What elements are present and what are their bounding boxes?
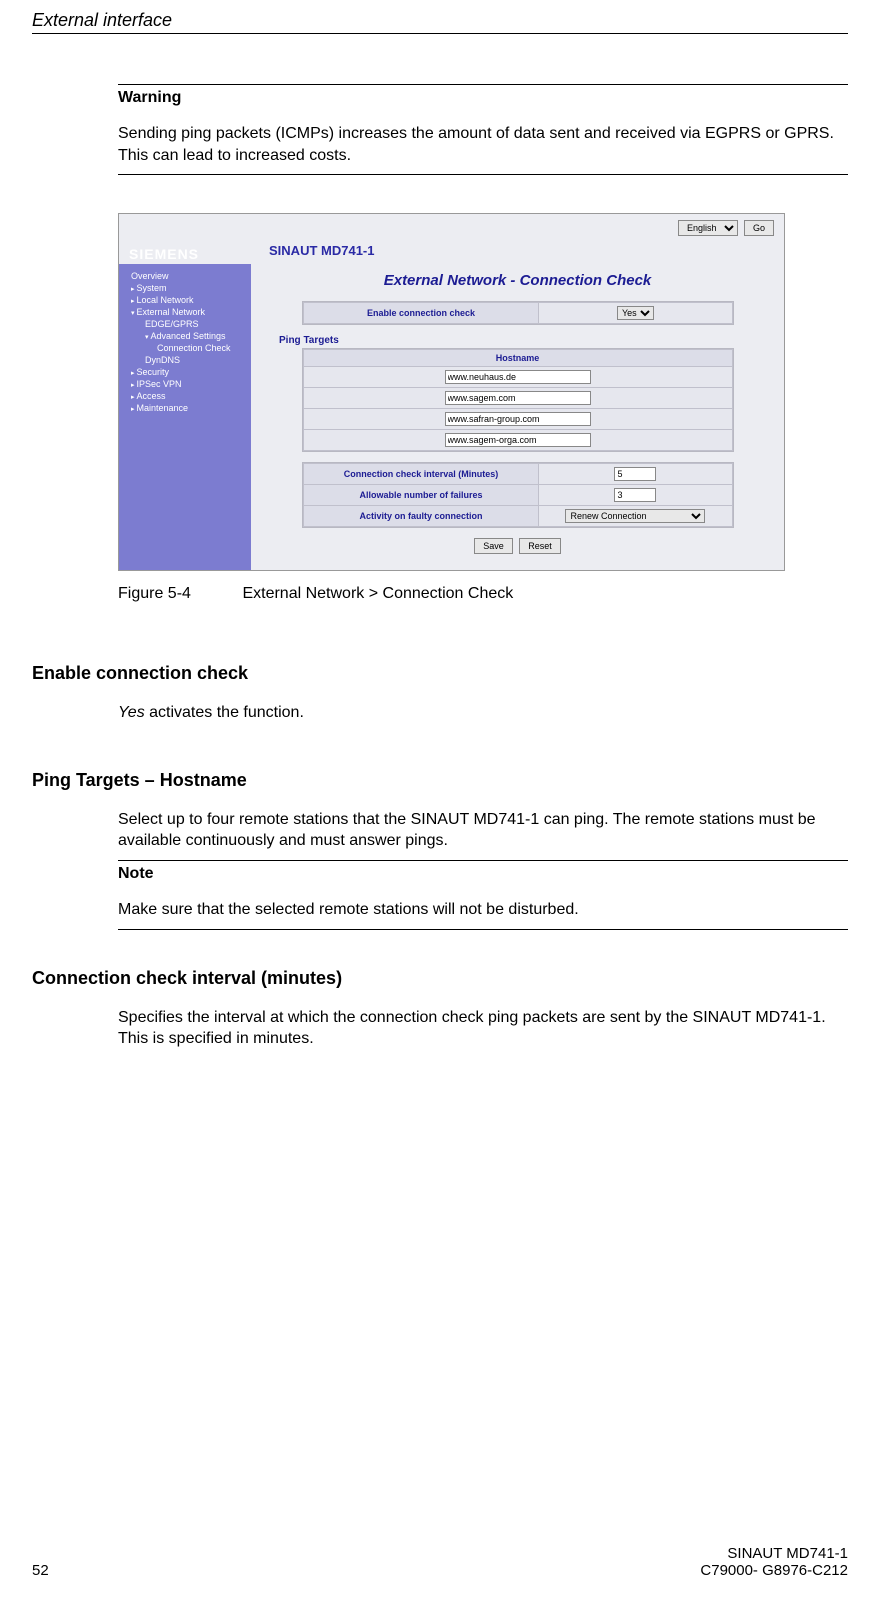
- interval-input[interactable]: [614, 467, 656, 481]
- failures-input[interactable]: [614, 488, 656, 502]
- ping-text: Select up to four remote stations that t…: [118, 809, 848, 852]
- panel-title: External Network - Connection Check: [273, 272, 762, 289]
- activity-label: Activity on faulty connection: [303, 506, 539, 527]
- enable-label: Enable connection check: [303, 303, 539, 324]
- nav-connection-check[interactable]: Connection Check: [119, 342, 251, 354]
- save-button[interactable]: Save: [474, 538, 513, 554]
- failures-label: Allowable number of failures: [303, 485, 539, 506]
- figure-number: Figure 5-4: [118, 585, 238, 603]
- go-button[interactable]: Go: [744, 220, 774, 236]
- language-select[interactable]: English: [678, 220, 738, 236]
- nav-external-network[interactable]: External Network: [119, 306, 251, 318]
- sidebar-nav: Overview System Local Network External N…: [119, 264, 251, 570]
- nav-system[interactable]: System: [119, 282, 251, 294]
- enable-heading: Enable connection check: [32, 663, 848, 684]
- product-name: SINAUT MD741-1: [209, 243, 374, 258]
- embedded-screenshot: English Go SIEMENS SINAUT MD741-1 Overvi…: [118, 213, 785, 571]
- enable-text: Yes activates the function.: [118, 702, 848, 724]
- ping-targets-panel: Hostname: [302, 348, 734, 452]
- page-number: 52: [32, 1562, 49, 1579]
- nav-advanced-settings[interactable]: Advanced Settings: [119, 330, 251, 342]
- ping-heading: Ping Targets – Hostname: [32, 770, 848, 791]
- siemens-logo: SIEMENS: [119, 242, 209, 264]
- ping-targets-heading: Ping Targets: [279, 335, 762, 346]
- activity-select[interactable]: Renew Connection: [565, 509, 705, 523]
- nav-local-network[interactable]: Local Network: [119, 294, 251, 306]
- warning-title: Warning: [118, 89, 848, 107]
- enable-select[interactable]: Yes: [617, 306, 654, 320]
- nav-security[interactable]: Security: [119, 366, 251, 378]
- figure-caption: Figure 5-4 External Network > Connection…: [118, 585, 848, 603]
- warning-top-rule: [118, 84, 848, 85]
- figure-caption-text: External Network > Connection Check: [242, 585, 513, 602]
- enable-panel: Enable connection check Yes: [302, 301, 734, 325]
- nav-overview[interactable]: Overview: [119, 270, 251, 282]
- hostname-input-2[interactable]: [445, 391, 591, 405]
- nav-maintenance[interactable]: Maintenance: [119, 402, 251, 414]
- reset-button[interactable]: Reset: [519, 538, 561, 554]
- nav-ipsec-vpn[interactable]: IPSec VPN: [119, 378, 251, 390]
- hostname-header: Hostname: [303, 350, 732, 367]
- warning-text: Sending ping packets (ICMPs) increases t…: [118, 123, 848, 166]
- footer-line2: C79000- G8976-C212: [700, 1562, 848, 1579]
- hostname-input-4[interactable]: [445, 433, 591, 447]
- nav-edge-gprs[interactable]: EDGE/GPRS: [119, 318, 251, 330]
- note-top-rule: [118, 860, 848, 861]
- note-title: Note: [118, 865, 848, 883]
- interval-label: Connection check interval (Minutes): [303, 464, 539, 485]
- interval-text: Specifies the interval at which the conn…: [118, 1007, 848, 1050]
- interval-heading: Connection check interval (minutes): [32, 968, 848, 989]
- running-header-title: External interface: [32, 10, 172, 31]
- hostname-input-3[interactable]: [445, 412, 591, 426]
- nav-access[interactable]: Access: [119, 390, 251, 402]
- note-text: Make sure that the selected remote stati…: [118, 899, 848, 921]
- hostname-input-1[interactable]: [445, 370, 591, 384]
- nav-dyndns[interactable]: DynDNS: [119, 354, 251, 366]
- settings-panel: Connection check interval (Minutes) Allo…: [302, 462, 734, 528]
- footer-line1: SINAUT MD741-1: [700, 1545, 848, 1562]
